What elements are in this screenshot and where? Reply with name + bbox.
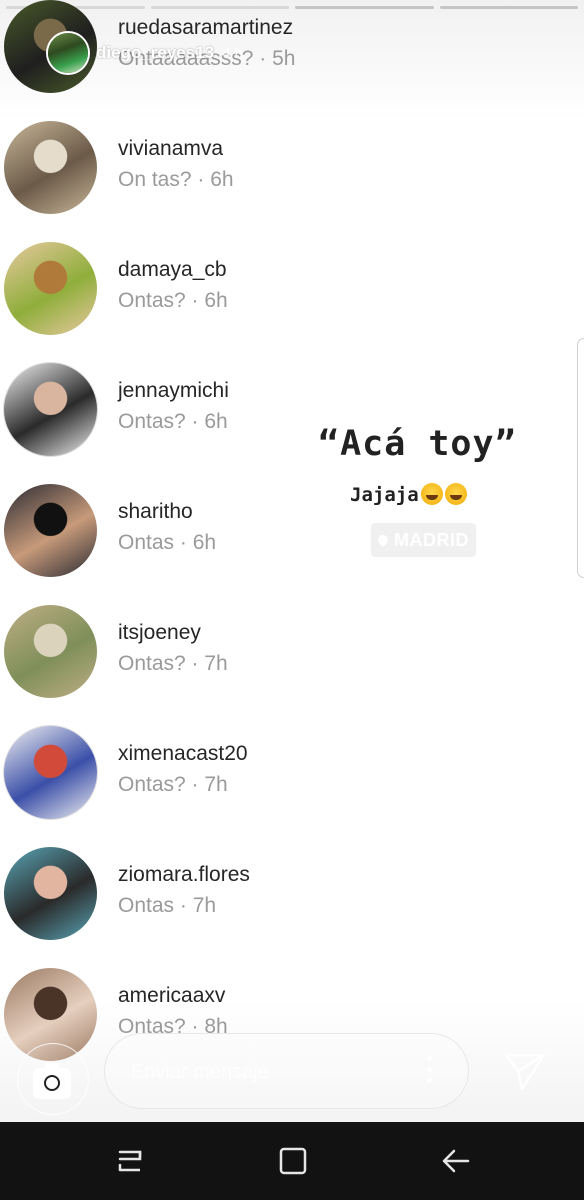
viewer-info: ximenacast20 Ontas? · 7h <box>118 741 248 798</box>
story-viewer[interactable]: ruedasaramartinez Ontaaaaasss? · 5h vivian… <box>0 0 584 1122</box>
location-label: MADRID <box>394 529 469 550</box>
viewer-username[interactable]: sharitho <box>118 499 216 525</box>
viewer-reply: On tas? · 6h <box>118 168 234 191</box>
story-header: diego_reyes13 4 h <box>48 30 243 76</box>
viewer-avatar[interactable] <box>4 363 97 456</box>
viewer-username[interactable]: damaya_cb <box>118 257 228 283</box>
viewer-avatar[interactable] <box>4 242 97 335</box>
camera-icon <box>33 1063 71 1099</box>
viewer-row[interactable]: ziomara.flores Ontas · 7h <box>0 832 584 953</box>
viewer-list: ruedasaramartinez Ontaaaaasss? · 5h vivian… <box>0 0 584 1074</box>
viewer-row[interactable]: vivianamva On tas? · 6h <box>0 106 584 227</box>
story-caption: “Acá toy” Jajaja <box>318 424 548 506</box>
recent-apps-button[interactable] <box>110 1144 150 1178</box>
camera-button[interactable] <box>17 1043 89 1115</box>
viewer-info: sharitho Ontas · 6h <box>118 499 216 556</box>
caption-sub-text: Jajaja <box>350 484 419 506</box>
laughing-emoji-icon <box>444 483 467 505</box>
viewer-avatar[interactable] <box>4 847 97 940</box>
edge-panel-handle[interactable] <box>577 338 584 578</box>
viewer-username[interactable]: jennaymichi <box>118 378 229 404</box>
viewer-username[interactable]: itsjoeney <box>118 620 228 646</box>
viewer-username[interactable]: vivianamva <box>118 136 234 162</box>
recent-apps-icon <box>118 1150 142 1172</box>
viewer-row[interactable]: ximenacast20 Ontas? · 7h <box>0 711 584 832</box>
viewer-info: vivianamva On tas? · 6h <box>118 136 234 193</box>
viewer-info: jennaymichi Ontas? · 6h <box>118 378 229 435</box>
laughing-emoji-icon <box>420 483 443 505</box>
story-owner-avatar[interactable] <box>48 33 88 73</box>
send-button[interactable] <box>500 1049 548 1093</box>
viewer-avatar[interactable] <box>4 605 97 698</box>
viewer-reply: Ontas? · 6h <box>118 410 228 433</box>
viewer-info: itsjoeney Ontas? · 7h <box>118 620 228 677</box>
viewer-row[interactable]: sharitho Ontas · 6h <box>0 469 584 590</box>
story-timestamp: 4 h <box>222 44 243 62</box>
location-sticker[interactable]: MADRID <box>371 523 476 557</box>
message-input[interactable] <box>129 1058 413 1086</box>
viewer-username[interactable]: ziomara.flores <box>118 862 250 888</box>
message-field[interactable] <box>104 1033 469 1109</box>
viewer-reply: Ontas? · 7h <box>118 652 228 675</box>
caption-main-text: “Acá toy” <box>318 424 517 464</box>
viewer-reply: Ontas? · 7h <box>118 773 228 796</box>
home-icon <box>279 1147 307 1175</box>
viewer-avatar[interactable] <box>4 484 97 577</box>
system-navigation-bar <box>0 1122 584 1200</box>
viewer-reply: Ontas · 6h <box>118 531 217 554</box>
back-arrow-icon <box>442 1149 470 1173</box>
viewer-row[interactable]: damaya_cb Ontas? · 6h <box>0 227 584 348</box>
more-vertical-icon[interactable] <box>427 1056 433 1086</box>
viewer-avatar[interactable] <box>4 726 97 819</box>
caption-sub-line: Jajaja <box>350 483 467 506</box>
viewer-info: damaya_cb Ontas? · 6h <box>118 257 228 314</box>
viewer-reply: Ontas · 7h <box>118 894 217 917</box>
reply-bar <box>0 1030 584 1122</box>
story-owner-username[interactable]: diego_reyes13 <box>96 43 214 63</box>
viewer-reply: Ontas? · 6h <box>118 289 228 312</box>
viewer-username[interactable]: americaaxv <box>118 983 228 1009</box>
viewer-row[interactable]: itsjoeney Ontas? · 7h <box>0 590 584 711</box>
home-button[interactable] <box>273 1144 313 1178</box>
viewer-info: ziomara.flores Ontas · 7h <box>118 862 250 919</box>
send-icon <box>504 1053 546 1091</box>
viewer-username[interactable]: ximenacast20 <box>118 741 248 767</box>
location-pin-icon <box>375 532 391 548</box>
back-button[interactable] <box>436 1144 476 1178</box>
viewer-avatar[interactable] <box>4 121 97 214</box>
